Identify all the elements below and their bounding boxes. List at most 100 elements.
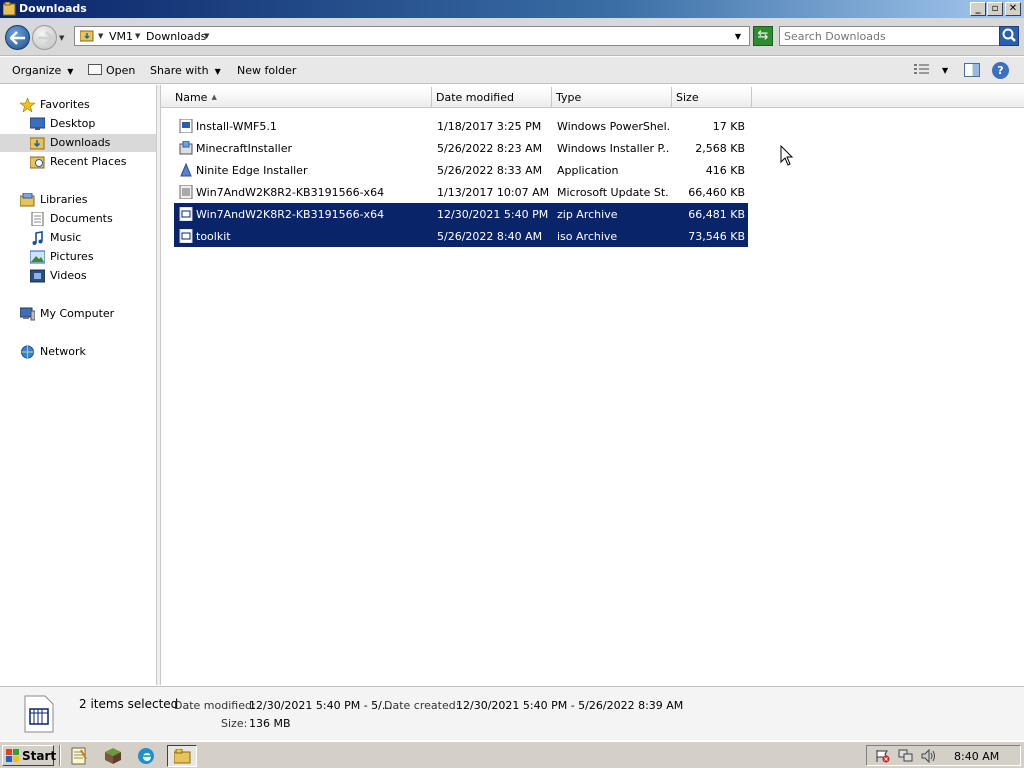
- forward-button[interactable]: [32, 25, 57, 50]
- documents-icon: [31, 212, 44, 226]
- column-header-name[interactable]: Name ▲: [161, 87, 432, 108]
- sidebar-item-my-computer[interactable]: My Computer: [0, 305, 156, 323]
- sidebar-label: Documents: [50, 212, 113, 225]
- refresh-button[interactable]: ⇆: [753, 26, 773, 46]
- windows-logo-icon: [6, 749, 19, 762]
- file-type: Windows Installer P...: [557, 142, 669, 155]
- date-created-label: Date created:: [384, 699, 460, 712]
- file-date: 1/18/2017 3:25 PM: [437, 120, 542, 133]
- file-type: Windows PowerShel...: [557, 120, 669, 133]
- file-row[interactable]: Ninite Edge Installer 5/26/2022 8:33 AM …: [174, 159, 748, 181]
- help-icon[interactable]: ?: [992, 62, 1009, 79]
- sidebar-item-documents[interactable]: Documents: [0, 210, 156, 228]
- search-button[interactable]: [999, 26, 1019, 46]
- file-size: 66,481 KB: [688, 208, 745, 221]
- file-date: 5/26/2022 8:40 AM: [437, 230, 543, 243]
- share-with-label: Share with: [150, 64, 209, 77]
- folder-icon: [3, 2, 16, 16]
- clock[interactable]: 8:40 AM: [954, 750, 999, 763]
- sidebar-item-libraries[interactable]: Libraries: [0, 191, 156, 209]
- sidebar-item-desktop[interactable]: Desktop: [0, 115, 156, 133]
- sidebar-label: Music: [50, 231, 82, 244]
- search-input[interactable]: [784, 29, 994, 44]
- file-name: Win7AndW2K8R2-KB3191566-x64: [196, 186, 385, 199]
- crumb-separator[interactable]: ▼: [98, 32, 103, 40]
- address-history-dropdown[interactable]: ▼: [735, 32, 741, 41]
- folder-icon: [174, 749, 191, 764]
- start-button[interactable]: Start: [2, 745, 56, 766]
- share-with-button[interactable]: Share with ▼: [150, 64, 221, 77]
- window-title: Downloads: [19, 2, 87, 15]
- breadcrumb-downloads[interactable]: Downloads: [146, 30, 206, 43]
- date-modified-label: Date modified:: [174, 699, 256, 712]
- column-header-type[interactable]: Type: [552, 87, 672, 108]
- title-bar[interactable]: Downloads _ ▫ ✕: [0, 0, 1024, 18]
- column-header-date-modified[interactable]: Date modified: [432, 87, 552, 108]
- sidebar-label: Recent Places: [50, 155, 127, 168]
- sidebar-label: Libraries: [40, 193, 88, 206]
- minecraft-icon[interactable]: [104, 747, 122, 765]
- powershell-script-icon: [179, 119, 193, 133]
- sidebar-item-network[interactable]: Network: [0, 343, 156, 361]
- file-name: Ninite Edge Installer: [196, 164, 308, 177]
- address-box[interactable]: ▼ VM1 ▼ Downloads ▼ ▼: [74, 26, 750, 46]
- action-center-flag-icon[interactable]: [875, 749, 890, 763]
- file-type: zip Archive: [557, 208, 618, 221]
- archive-icon: [179, 207, 193, 221]
- sidebar-item-recent-places[interactable]: Recent Places: [0, 153, 156, 171]
- edge-browser-icon[interactable]: [137, 747, 155, 765]
- file-size: 66,460 KB: [688, 186, 745, 199]
- application-icon: [180, 163, 192, 177]
- back-arrow-icon: [10, 31, 25, 45]
- file-type: Application: [557, 164, 619, 177]
- address-bar-area: ▼ ▼ VM1 ▼ Downloads ▼ ▼ ⇆: [0, 18, 1024, 56]
- downloads-folder-icon: [30, 137, 45, 150]
- notepad-icon[interactable]: [70, 747, 88, 765]
- column-header-size[interactable]: Size: [672, 87, 752, 108]
- minimize-button[interactable]: _: [970, 2, 986, 16]
- file-name: Win7AndW2K8R2-KB3191566-x64: [196, 208, 385, 221]
- sidebar-label: Videos: [50, 269, 87, 282]
- recent-pages-dropdown[interactable]: ▼: [59, 34, 64, 42]
- crumb-separator[interactable]: ▼: [135, 32, 140, 40]
- sidebar-item-favorites[interactable]: Favorites: [0, 96, 156, 114]
- new-folder-button[interactable]: New folder: [237, 64, 296, 77]
- search-box[interactable]: [779, 26, 1019, 46]
- file-row[interactable]: MinecraftInstaller 5/26/2022 8:23 AM Win…: [174, 137, 748, 159]
- new-folder-label: New folder: [237, 64, 297, 77]
- volume-icon[interactable]: [921, 749, 936, 763]
- sidebar-item-music[interactable]: Music: [0, 229, 156, 247]
- music-icon: [32, 231, 43, 245]
- file-date: 12/30/2021 5:40 PM: [437, 208, 549, 221]
- quicklaunch-separator: [59, 745, 61, 766]
- open-label: Open: [106, 64, 136, 77]
- preview-pane-button[interactable]: [964, 63, 980, 77]
- sidebar-item-videos[interactable]: Videos: [0, 267, 156, 285]
- file-row-selected[interactable]: Win7AndW2K8R2-KB3191566-x64 12/30/2021 5…: [174, 203, 748, 225]
- close-button[interactable]: ✕: [1005, 2, 1021, 16]
- sidebar-item-downloads[interactable]: Downloads: [0, 134, 156, 152]
- file-size: 73,546 KB: [688, 230, 745, 243]
- network-status-icon[interactable]: [898, 749, 913, 763]
- size-label: Size:: [221, 717, 248, 730]
- file-name: toolkit: [196, 230, 231, 243]
- views-dropdown[interactable]: ▼: [942, 66, 948, 75]
- open-button[interactable]: Open: [88, 64, 135, 77]
- back-button[interactable]: [5, 25, 30, 50]
- column-label: Size: [676, 91, 699, 104]
- sidebar-label: Downloads: [50, 136, 111, 149]
- recent-places-icon: [30, 156, 45, 169]
- sidebar-label: My Computer: [40, 307, 115, 320]
- crumb-separator[interactable]: ▼: [204, 32, 209, 40]
- file-row[interactable]: Install-WMF5.1 1/18/2017 3:25 PM Windows…: [174, 115, 748, 137]
- file-row-selected[interactable]: toolkit 5/26/2022 8:40 AM iso Archive 73…: [174, 225, 748, 247]
- taskbar-explorer-button[interactable]: [167, 745, 197, 767]
- views-icon[interactable]: [914, 63, 930, 76]
- maximize-button[interactable]: ▫: [987, 2, 1003, 16]
- sidebar-item-pictures[interactable]: Pictures: [0, 248, 156, 266]
- file-row[interactable]: Win7AndW2K8R2-KB3191566-x64 1/13/2017 10…: [174, 181, 748, 203]
- file-date: 5/26/2022 8:23 AM: [437, 142, 543, 155]
- breadcrumb-vm1[interactable]: VM1: [109, 30, 133, 43]
- open-icon: [88, 64, 102, 75]
- organize-button[interactable]: Organize ▼: [12, 64, 73, 77]
